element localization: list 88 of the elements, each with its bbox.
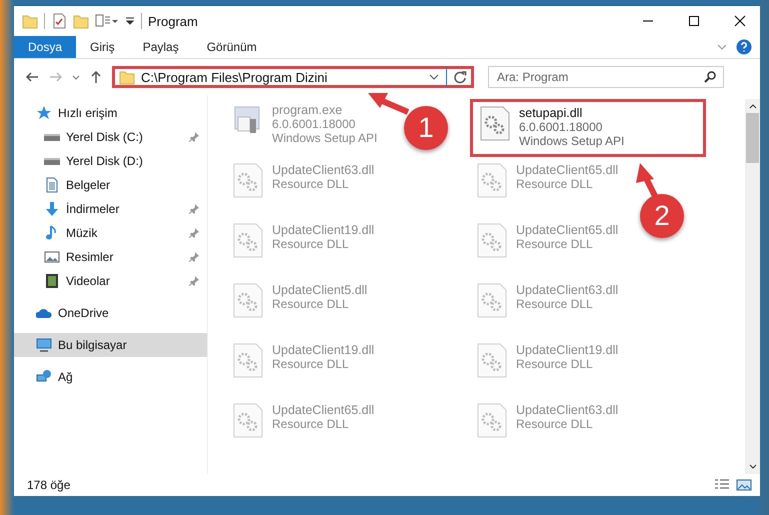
- ribbon-tab[interactable]: Paylaş: [128, 36, 193, 58]
- file-item[interactable]: setupapi.dll 6.0.6001.18000 Windows Setup API: [470, 99, 706, 157]
- ribbon-tab[interactable]: Görünüm: [192, 36, 271, 58]
- file-detail: Resource DLL: [516, 357, 594, 371]
- search-field[interactable]: Ara: Program: [488, 66, 724, 88]
- film-icon: [44, 273, 60, 289]
- item-count: 178 öğe: [27, 478, 70, 492]
- gear-file-icon: [476, 283, 508, 319]
- file-name: UpdateClient63.dll: [272, 163, 374, 177]
- file-detail: Windows Setup API: [272, 131, 378, 145]
- sidebar-item[interactable]: Bu bilgisayar: [14, 333, 207, 357]
- gear-file-icon: [232, 163, 264, 199]
- gear-file-icon: [479, 106, 511, 142]
- gear-file-icon: [476, 223, 508, 259]
- large-icons-view-icon: [736, 478, 752, 492]
- sidebar-item[interactable]: Resimler: [14, 245, 207, 269]
- pin-icon: [189, 204, 199, 214]
- ribbon-tab[interactable]: Dosya: [14, 36, 76, 58]
- file-detail: Resource DLL: [272, 297, 350, 311]
- file-detail: Resource DLL: [516, 297, 594, 311]
- maximize-icon: [688, 15, 700, 27]
- folder-icon: [119, 69, 135, 85]
- pin-icon: [189, 132, 199, 142]
- view-options-icon: [95, 13, 119, 29]
- recent-dropdown-icon: [72, 74, 80, 80]
- callout-arrow: [368, 93, 410, 115]
- properties-icon: [51, 13, 67, 29]
- scrollbar[interactable]: [745, 99, 760, 474]
- file-name: UpdateClient65.dll: [516, 163, 618, 177]
- file-detail: Windows Setup API: [519, 134, 624, 148]
- scroll-up-icon: [748, 103, 756, 109]
- file-name: UpdateClient19.dll: [516, 343, 618, 357]
- address-path: C:\Program Files\Program Dizini: [141, 70, 328, 84]
- download-arrow-icon: [44, 201, 60, 217]
- file-detail: Resource DLL: [272, 177, 350, 191]
- gear-file-icon: [476, 343, 508, 379]
- scroll-down-icon: [748, 464, 756, 470]
- file-name: UpdateClient5.dll: [272, 283, 368, 297]
- file-name: program.exe: [272, 103, 344, 117]
- window-title: Program: [148, 14, 198, 28]
- sidebar-item[interactable]: Videolar: [14, 269, 207, 293]
- gear-file-icon: [232, 283, 264, 319]
- picture-icon: [44, 249, 60, 265]
- address-bar[interactable]: C:\Program Files\Program Dizini: [112, 66, 474, 88]
- star-icon: [36, 105, 52, 121]
- file-name: UpdateClient19.dll: [272, 223, 374, 237]
- gear-file-icon: [232, 343, 264, 379]
- refresh-icon: [453, 70, 467, 84]
- file-name: UpdateClient65.dll: [272, 403, 374, 417]
- file-name: UpdateClient63.dll: [516, 283, 618, 297]
- sidebar-item[interactable]: Yerel Disk (C:): [14, 125, 207, 149]
- file-detail: 6.0.6001.18000: [272, 117, 356, 131]
- new-folder-icon: [73, 13, 89, 29]
- file-detail: Resource DLL: [516, 417, 594, 431]
- sidebar-item[interactable]: İndirmeler: [14, 197, 207, 221]
- file-detail: Resource DLL: [272, 417, 350, 431]
- file-detail: Resource DLL: [272, 357, 350, 371]
- pin-icon: [189, 252, 199, 262]
- file-name: setupapi.dll: [519, 106, 584, 120]
- monitor-icon: [36, 337, 52, 353]
- file-detail: Resource DLL: [272, 237, 350, 251]
- sidebar-item[interactable]: Müzik: [14, 221, 207, 245]
- drive-icon: [44, 158, 60, 164]
- scrollbar-thumb[interactable]: [746, 113, 759, 163]
- sidebar-item[interactable]: Belgeler: [14, 173, 207, 197]
- sidebar-item[interactable]: Ağ: [14, 365, 207, 389]
- document-icon: [44, 177, 60, 193]
- gear-file-icon: [476, 163, 508, 199]
- folder-icon: [22, 13, 38, 29]
- sidebar-item[interactable]: Yerel Disk (D:): [14, 149, 207, 173]
- gear-file-icon: [232, 403, 264, 439]
- file-name: UpdateClient19.dll: [272, 343, 374, 357]
- file-name: UpdateClient63.dll: [516, 403, 618, 417]
- pin-icon: [189, 276, 199, 286]
- file-detail: 6.0.6001.18000: [519, 120, 604, 134]
- gear-file-icon: [232, 223, 264, 259]
- pin-icon: [189, 228, 199, 238]
- ribbon-tab[interactable]: Giriş: [76, 36, 129, 58]
- drive-icon: [44, 134, 60, 140]
- sidebar-item[interactable]: Hızlı erişim: [14, 101, 207, 125]
- close-icon: [734, 15, 746, 27]
- file-detail: Resource DLL: [516, 237, 594, 251]
- sidebar-item[interactable]: OneDrive: [14, 301, 207, 325]
- file-name: UpdateClient65.dll: [516, 223, 618, 237]
- file-detail: Resource DLL: [516, 177, 594, 191]
- search-icon: [703, 70, 717, 84]
- help-icon: [736, 39, 752, 55]
- gear-file-icon: [476, 403, 508, 439]
